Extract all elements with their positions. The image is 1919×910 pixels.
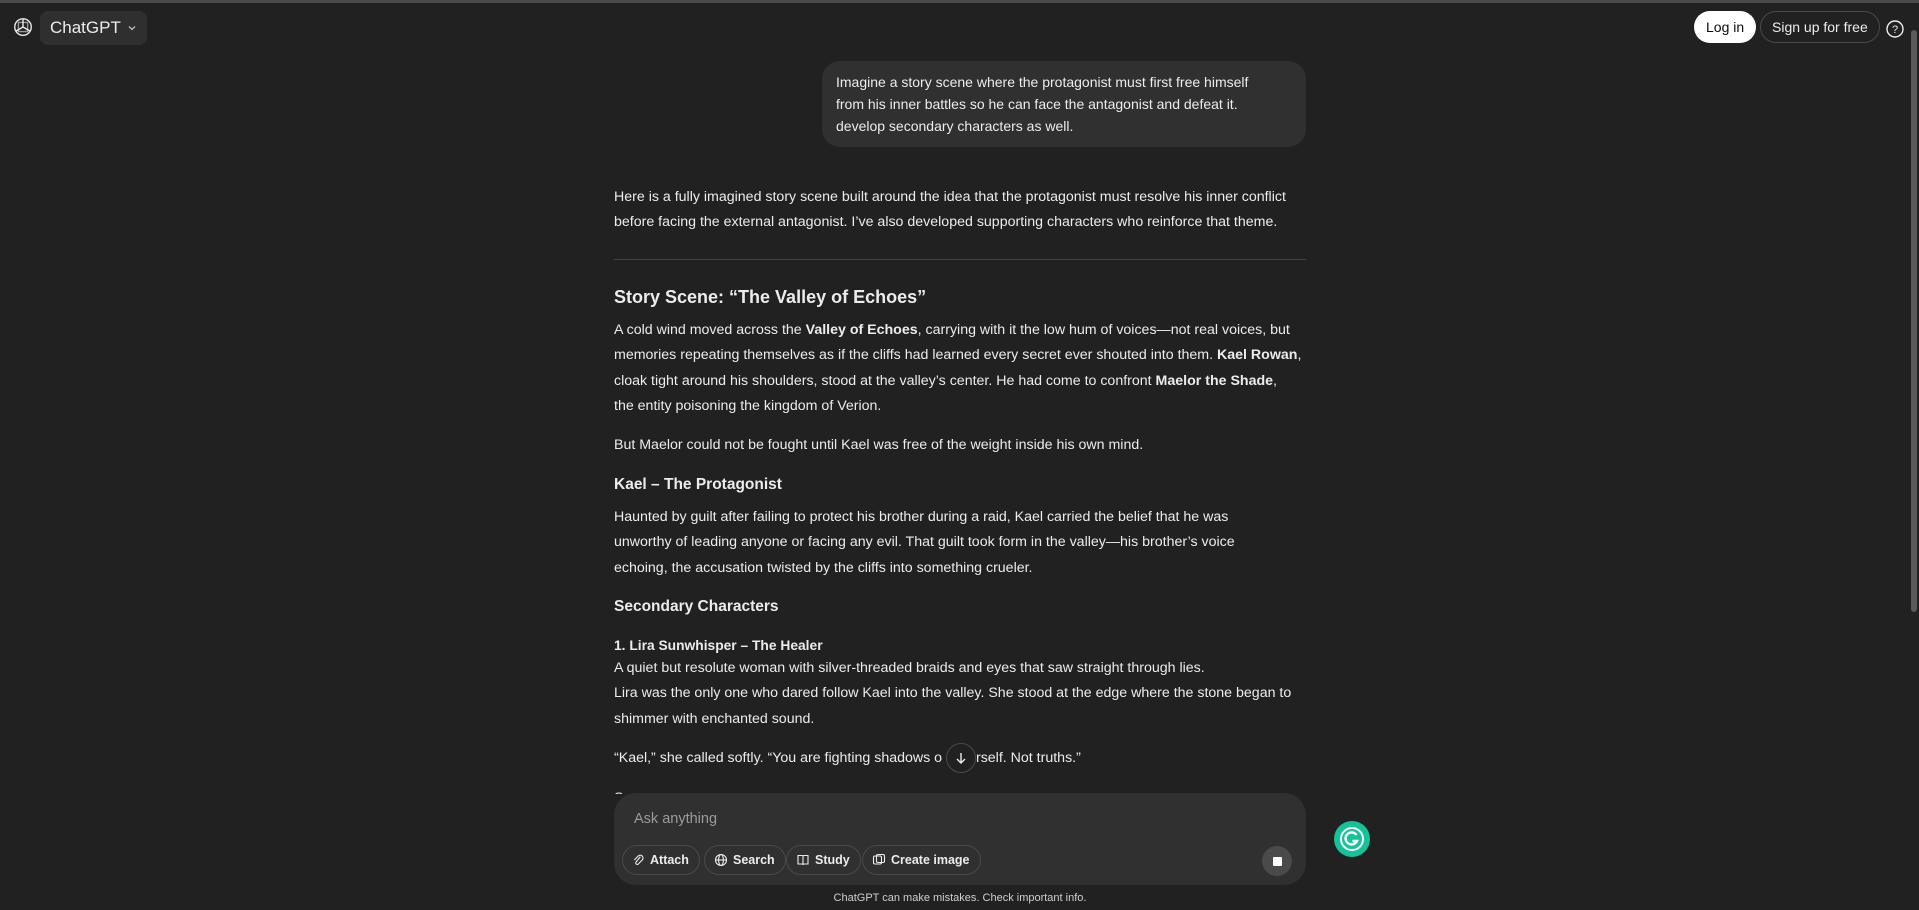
stop-button[interactable]: [1262, 846, 1292, 876]
heading-kael: Kael – The Protagonist: [614, 476, 782, 493]
model-selector-button[interactable]: ChatGPT: [40, 11, 147, 45]
user-message-line: develop secondary characters as well.: [836, 118, 1074, 134]
signup-button[interactable]: Sign up for free: [1760, 11, 1880, 43]
user-message-line: Imagine a story scene where the protagon…: [836, 74, 1249, 90]
model-label: ChatGPT: [50, 18, 121, 37]
scrollbar[interactable]: [1911, 30, 1917, 612]
prompt-input[interactable]: [632, 807, 1236, 831]
intro-line: Here is a fully imagined story scene bui…: [614, 189, 1286, 205]
book-icon: [797, 854, 809, 866]
stop-icon: [1272, 856, 1282, 866]
create-image-label: Create image: [891, 853, 970, 867]
paragraph-kael: Haunted by guilt after failing to protec…: [614, 509, 1235, 576]
header: ChatGPT Log in Sign up for free ?: [0, 3, 1919, 51]
help-label: ?: [1892, 24, 1898, 36]
attach-label: Attach: [650, 853, 689, 867]
disclaimer: ChatGPT can make mistakes. Check importa…: [833, 892, 1087, 904]
grammarly-icon[interactable]: [1334, 821, 1370, 857]
intro-line: before facing the external antagonist. I…: [614, 214, 1278, 231]
heading-secondary: Secondary Characters: [614, 598, 779, 615]
attach-button[interactable]: Attach: [622, 845, 700, 875]
assistant-intro: Here is a fully imagined story scene bui…: [614, 185, 1314, 236]
paragraph-maelor: But Maelor could not be fought until Kae…: [614, 437, 1144, 453]
paragraph-valley: A cold wind moved across the Valley of E…: [614, 322, 1302, 415]
study-label: Study: [815, 853, 850, 867]
story-title: Story Scene: “The Valley of Echoes”: [614, 287, 927, 307]
arrow-down-icon: [956, 753, 966, 764]
divider: [614, 259, 1306, 260]
paperclip-icon: [633, 854, 644, 865]
globe-icon: [714, 853, 728, 867]
scroll-down-button[interactable]: [946, 743, 976, 773]
composer: Attach Search Study Create image: [614, 793, 1306, 885]
study-button[interactable]: Study: [786, 845, 861, 875]
image-icon: [872, 853, 886, 865]
grammarly-g-icon: [1340, 827, 1364, 851]
paragraph-lira: A quiet but resolute woman with silver-t…: [614, 660, 1292, 727]
help-icon[interactable]: ?: [1884, 18, 1906, 40]
user-message-line: from his inner battles so he can face th…: [836, 96, 1238, 112]
chevron-down-icon: [128, 26, 136, 31]
create-image-button[interactable]: Create image: [862, 845, 981, 875]
login-button[interactable]: Log in: [1694, 11, 1757, 43]
user-message-bubble: Imagine a story scene where the protagon…: [822, 61, 1306, 147]
openai-logo-icon[interactable]: [12, 16, 34, 38]
heading-lira: 1. Lira Sunwhisper – The Healer: [614, 638, 823, 653]
search-label: Search: [733, 853, 775, 867]
search-button[interactable]: Search: [704, 845, 786, 875]
